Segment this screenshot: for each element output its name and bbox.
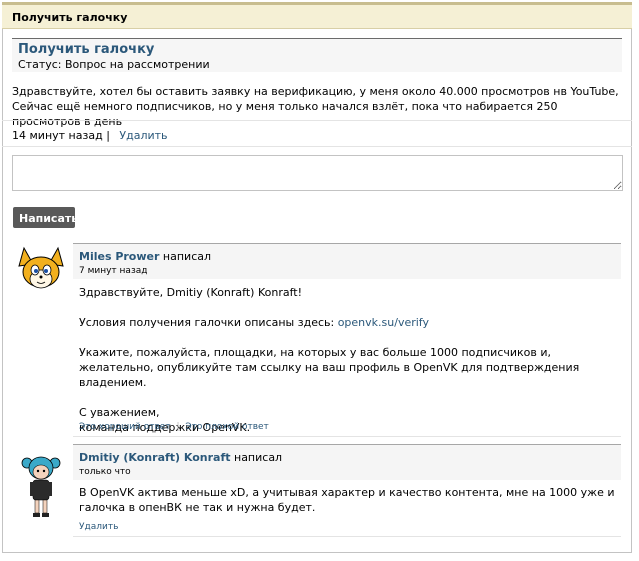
wrote-label: написал bbox=[234, 451, 283, 464]
girl-avatar-icon[interactable] bbox=[16, 451, 66, 521]
ticket-status: Статус: Вопрос на рассмотрении bbox=[18, 58, 210, 71]
delete-ticket-link[interactable]: Удалить bbox=[119, 129, 167, 142]
comment-author: Miles Prower написал bbox=[79, 250, 211, 263]
comment-header: Miles Prower написал 7 минут назад bbox=[73, 243, 621, 279]
page-title: Получить галочку bbox=[12, 11, 128, 24]
ticket-time: 14 минут назад bbox=[12, 129, 103, 142]
fox-avatar-icon[interactable] bbox=[16, 244, 66, 294]
ticket-meta: 14 минут назад | Удалить bbox=[12, 129, 168, 142]
comment-time: только что bbox=[79, 467, 131, 477]
comment-text: В OpenVK актива меньше xD, а учитывая ха… bbox=[79, 486, 615, 514]
comment-header: Dmitiy (Konraft) Konraft написал только … bbox=[73, 444, 621, 480]
ticket-body: Здравствуйте, хотел бы оставить заявку н… bbox=[12, 85, 619, 128]
wrote-label: написал bbox=[162, 250, 212, 263]
conditions-prefix: Условия получения галочки описаны здесь: bbox=[79, 316, 338, 329]
divider bbox=[2, 146, 632, 147]
comment-actions: Это хороший ответ | Это плохой ответ bbox=[79, 422, 269, 432]
divider bbox=[2, 120, 632, 121]
action-separator: | bbox=[176, 422, 180, 432]
comment-conditions: Условия получения галочки описаны здесь:… bbox=[79, 315, 619, 330]
divider bbox=[73, 436, 621, 437]
comment-greeting: Здравствуйте, Dmitiy (Konraft) Konraft! bbox=[79, 286, 302, 299]
comment-actions: Удалить bbox=[79, 522, 118, 532]
comment-author: Dmitiy (Konraft) Konraft написал bbox=[79, 451, 282, 464]
ticket-header: Получить галочку Статус: Вопрос на рассм… bbox=[12, 38, 622, 72]
ticket-title: Получить галочку bbox=[18, 42, 155, 57]
page-header: Получить галочку bbox=[2, 2, 632, 29]
comment-regards: С уважением, bbox=[79, 406, 160, 419]
divider bbox=[73, 536, 621, 537]
verify-link[interactable]: openvk.su/verify bbox=[338, 316, 429, 329]
comment-text: Здравствуйте, Dmitiy (Konraft) Konraft! … bbox=[79, 285, 619, 435]
good-answer-link[interactable]: Это хороший ответ bbox=[79, 422, 171, 432]
reply-textarea[interactable] bbox=[12, 155, 623, 191]
submit-reply-button[interactable]: Написать bbox=[13, 207, 78, 228]
delete-comment-link[interactable]: Удалить bbox=[79, 522, 118, 532]
bad-answer-link[interactable]: Это плохой ответ bbox=[185, 422, 268, 432]
comment-time: 7 минут назад bbox=[79, 266, 148, 276]
comment-instructions: Укажите, пожалуйста, площадки, на которы… bbox=[79, 346, 580, 389]
meta-separator: | bbox=[106, 129, 110, 142]
author-name-link[interactable]: Dmitiy (Konraft) Konraft bbox=[79, 451, 231, 464]
author-name-link[interactable]: Miles Prower bbox=[79, 250, 159, 263]
